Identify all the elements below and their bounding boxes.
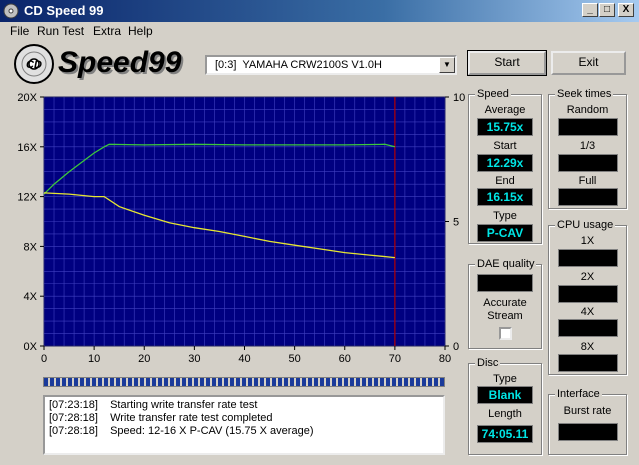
cd-icon xyxy=(3,3,19,19)
y2-tick-label: 0 xyxy=(453,341,459,353)
log-time: [07:28:18] xyxy=(49,412,98,424)
speed99-logo: CD Speed99 xyxy=(12,42,202,86)
third-label: 1/3 xyxy=(579,140,596,152)
log-list: [07:23:18] Starting write transfer rate … xyxy=(43,395,445,455)
menu-bar: File Run Test Extra Help xyxy=(0,22,639,40)
disc-type-label: Type xyxy=(493,373,517,385)
log-line: [07:28:18] Speed: 12-16 X P-CAV (15.75 X… xyxy=(49,425,439,438)
disc-length-value: 74:05.11 xyxy=(477,425,533,443)
svg-text:CD: CD xyxy=(26,59,42,71)
y-tick-label: 20X xyxy=(17,92,37,104)
full-label: Full xyxy=(578,175,597,187)
start-button[interactable]: Start xyxy=(467,50,547,76)
third-value xyxy=(558,154,618,172)
interface-group: Interface Burst rate xyxy=(548,388,627,455)
accurate-stream-checkbox[interactable] xyxy=(499,327,512,340)
seek-times-group: Seek times Random 1/3 Full xyxy=(548,88,627,209)
average-label: Average xyxy=(484,104,526,116)
y-tick-label: 16X xyxy=(17,142,37,154)
cd-speed-window: CD Speed 99 _ □ X File Run Test Extra He… xyxy=(0,0,639,465)
dae-quality-value xyxy=(477,274,533,292)
menu-file[interactable]: File xyxy=(10,24,29,38)
maximize-button[interactable]: □ xyxy=(599,3,615,17)
average-value: 15.75x xyxy=(477,118,533,136)
interface-title: Interface xyxy=(555,388,602,400)
log-line: [07:28:18] Write transfer rate test comp… xyxy=(49,412,439,425)
cpu-usage-title: CPU usage xyxy=(555,219,616,231)
x-tick-label: 30 xyxy=(188,353,200,365)
close-button[interactable]: X xyxy=(618,3,634,17)
accurate-label: Accurate xyxy=(483,297,527,309)
end-value: 16.15x xyxy=(477,188,533,206)
start-label: Start xyxy=(493,140,517,152)
window-title: CD Speed 99 xyxy=(24,3,104,18)
y-tick-label: 8X xyxy=(24,241,38,253)
cpu-8x-value xyxy=(558,354,618,372)
cpu-4x-value xyxy=(558,319,618,337)
disc-title: Disc xyxy=(475,357,501,369)
y2-tick-label: 5 xyxy=(453,217,459,229)
full-value xyxy=(558,188,618,206)
dae-quality-title: DAE quality xyxy=(475,258,537,270)
random-label: Random xyxy=(566,104,609,116)
progress-bar xyxy=(43,377,445,387)
x-tick-label: 70 xyxy=(389,353,401,365)
disc-group: Disc Type Blank Length 74:05.11 xyxy=(468,357,542,455)
log-time: [07:28:18] xyxy=(49,425,98,437)
log-text: Starting write transfer rate test xyxy=(110,399,258,411)
log-line: [07:23:18] Starting write transfer rate … xyxy=(49,399,439,412)
title-bar: CD Speed 99 _ □ X xyxy=(0,0,639,22)
burst-rate-label: Burst rate xyxy=(563,405,612,417)
minimize-button[interactable]: _ xyxy=(582,3,598,17)
y-tick-label: 12X xyxy=(17,192,37,204)
cpu-2x-label: 2X xyxy=(580,271,595,283)
start-value: 12.29x xyxy=(477,154,533,172)
cpu-8x-label: 8X xyxy=(580,341,595,353)
x-tick-label: 20 xyxy=(138,353,150,365)
logo-text: Speed99 xyxy=(58,46,182,79)
disc-length-label: Length xyxy=(488,408,522,420)
y-tick-label: 0X xyxy=(24,341,38,353)
stream-label: Stream xyxy=(487,310,523,322)
chevron-down-icon[interactable]: ▼ xyxy=(439,57,455,73)
disc-type-value: Blank xyxy=(477,386,533,404)
speed-chart-svg: 0X 4X 8X 12X 16X 20X 0 5 10 0 10 20 30 40 50 60 70 80 xyxy=(17,92,465,365)
cpu-1x-label: 1X xyxy=(580,235,595,247)
speed-group: Speed Average 15.75x Start 12.29x End 16… xyxy=(468,88,542,244)
dae-quality-group: DAE quality Accurate Stream xyxy=(468,258,542,349)
random-value xyxy=(558,118,618,136)
seek-times-title: Seek times xyxy=(555,88,614,100)
drive-select-value: [0:3] YAMAHA CRW2100S V1.0H xyxy=(215,59,382,71)
log-time: [07:23:18] xyxy=(49,399,98,411)
end-label: End xyxy=(495,175,515,187)
cpu-4x-label: 4X xyxy=(580,306,595,318)
x-tick-label: 60 xyxy=(339,353,351,365)
speed-group-title: Speed xyxy=(475,88,511,100)
x-tick-label: 80 xyxy=(439,353,451,365)
cpu-1x-value xyxy=(558,249,618,267)
exit-button[interactable]: Exit xyxy=(551,51,626,75)
x-tick-label: 50 xyxy=(289,353,301,365)
menu-help[interactable]: Help xyxy=(128,24,153,38)
drive-select[interactable]: [0:3] YAMAHA CRW2100S V1.0H ▼ xyxy=(205,55,457,75)
x-tick-label: 10 xyxy=(88,353,100,365)
log-text: Speed: 12-16 X P-CAV (15.75 X average) xyxy=(110,425,314,437)
x-tick-label: 40 xyxy=(238,353,250,365)
y2-tick-label: 10 xyxy=(453,92,465,104)
menu-extra[interactable]: Extra xyxy=(93,24,121,38)
y-tick-label: 4X xyxy=(24,291,38,303)
burst-rate-value xyxy=(558,423,618,441)
speed-chart: 0X 4X 8X 12X 16X 20X 0 5 10 0 10 20 30 40 50 60 70 80 xyxy=(0,88,465,373)
type-label: Type xyxy=(493,210,517,222)
menu-run-test[interactable]: Run Test xyxy=(37,24,84,38)
log-text: Write transfer rate test completed xyxy=(110,412,273,424)
cpu-2x-value xyxy=(558,285,618,303)
cpu-usage-group: CPU usage 1X 2X 4X 8X xyxy=(548,219,627,375)
type-value: P-CAV xyxy=(477,224,533,242)
x-tick-label: 0 xyxy=(41,353,47,365)
